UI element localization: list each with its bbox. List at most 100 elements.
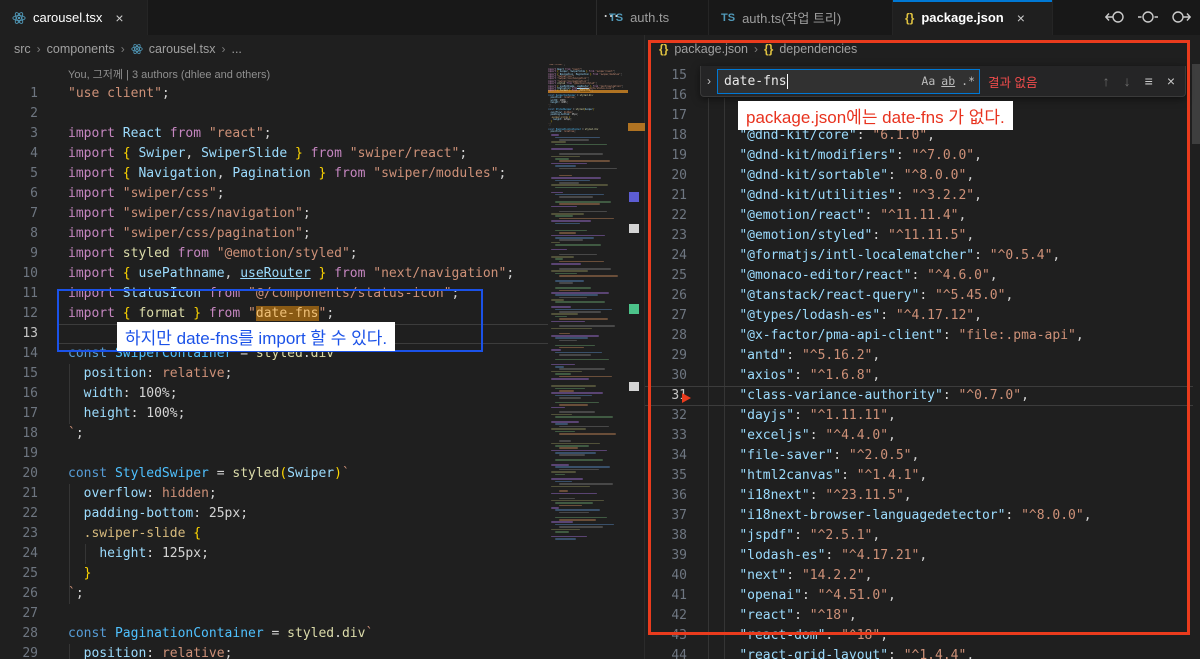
search-input[interactable]: date-fns Aa ab .*	[717, 69, 980, 94]
next-change-icon[interactable]	[1168, 5, 1192, 29]
ruler-mark-purple	[629, 192, 639, 202]
code-line[interactable]: 31 "class-variance-authority": "^0.7.0",	[645, 386, 1200, 406]
minimap-bar	[551, 500, 604, 502]
minimap-bar	[551, 177, 601, 179]
toggle-replace-icon[interactable]: ›	[701, 66, 717, 96]
code-token	[708, 168, 739, 183]
line-number: 43	[645, 626, 697, 646]
code-token: }	[287, 146, 303, 161]
overview-ruler[interactable]	[628, 64, 645, 659]
code-token: Swiper	[287, 466, 334, 481]
code-token: ,	[919, 468, 927, 483]
code-token: :	[974, 248, 990, 263]
search-query: date-fns	[724, 74, 787, 89]
minimap-bar	[559, 175, 572, 177]
code-token: ,	[217, 166, 233, 181]
code-line[interactable]: 40 "next": "14.2.2",	[645, 566, 1200, 586]
code-token: "@formatjs/intl-localematcher"	[739, 248, 974, 263]
code-line[interactable]: 43 "react-dom": "^18",	[645, 626, 1200, 646]
code-line[interactable]: 41 "openai": "^4.51.0",	[645, 586, 1200, 606]
code-line[interactable]: 20 "@dnd-kit/sortable": "^8.0.0",	[645, 166, 1200, 186]
breadcrumb-item-file[interactable]: carousel.tsx	[149, 42, 216, 56]
tab-package-json[interactable]: {} package.json ×	[893, 0, 1053, 35]
line-text: import { format } from "date-fns";	[44, 304, 334, 324]
breadcrumb-item-symbol[interactable]: ...	[231, 42, 241, 56]
minimap-bar	[555, 215, 573, 217]
code-line[interactable]: 19 "@dnd-kit/modifiers": "^7.0.0",	[645, 146, 1200, 166]
code-token: from	[326, 166, 373, 181]
previous-match-icon[interactable]: ↑	[1103, 73, 1110, 89]
code-token: useRouter	[240, 266, 310, 281]
close-icon[interactable]: ×	[1017, 10, 1025, 26]
code-line[interactable]: 32 "dayjs": "^1.11.11",	[645, 406, 1200, 426]
breadcrumb-item-file[interactable]: package.json	[674, 42, 748, 56]
breadcrumb-item-symbol[interactable]: dependencies	[779, 42, 857, 56]
line-text: const StyledSwiper = styled(Swiper)`	[44, 464, 350, 484]
code-token: :	[146, 646, 162, 659]
code-line[interactable]: 36 "i18next": "^23.11.5",	[645, 486, 1200, 506]
line-text: "@emotion/styled": "^11.11.5",	[697, 226, 974, 246]
minimap-bar	[555, 359, 609, 361]
line-number: 21	[0, 484, 44, 504]
code-line[interactable]: 22 "@emotion/react": "^11.11.4",	[645, 206, 1200, 226]
code-line[interactable]: 38 "jspdf": "^2.5.1",	[645, 526, 1200, 546]
code-line[interactable]: 28 "@x-factor/pma-api-client": "file:.pm…	[645, 326, 1200, 346]
previous-change-icon[interactable]	[1104, 5, 1128, 29]
tab-auth-ts-working-tree[interactable]: TS auth.ts(작업 트리)	[709, 0, 893, 35]
line-number: 15	[645, 66, 697, 86]
code-token: {	[123, 266, 139, 281]
minimap-bar	[551, 220, 591, 222]
code-token: "	[248, 306, 256, 321]
find-in-selection-icon[interactable]: ≡	[1145, 73, 1153, 89]
minimap-bar	[551, 349, 561, 351]
whole-word-icon[interactable]: ab	[941, 74, 955, 88]
code-line[interactable]: 34 "file-saver": "^2.0.5",	[645, 446, 1200, 466]
code-token: ,	[966, 228, 974, 243]
code-token: }	[185, 306, 201, 321]
breadcrumb-item-src[interactable]: src	[14, 42, 31, 56]
code-token: :	[146, 366, 162, 381]
minimap-bar	[551, 206, 577, 208]
code-token: "@dnd-kit/sortable"	[739, 168, 888, 183]
code-line[interactable]: 23 "@emotion/styled": "^11.11.5",	[645, 226, 1200, 246]
code-line[interactable]: 29 "antd": "^5.16.2",	[645, 346, 1200, 366]
code-token: :	[146, 486, 162, 501]
regex-icon[interactable]: .*	[961, 74, 975, 88]
code-token: ;	[459, 146, 467, 161]
close-find-icon[interactable]: ×	[1167, 73, 1175, 89]
code-line[interactable]: 37 "i18next-browser-languagedetector": "…	[645, 506, 1200, 526]
current-change-icon[interactable]	[1136, 5, 1160, 29]
minimap-bar	[559, 261, 604, 263]
code-line[interactable]: 21 "@dnd-kit/utilities": "^3.2.2",	[645, 186, 1200, 206]
match-case-icon[interactable]: Aa	[921, 74, 935, 88]
code-token	[68, 366, 84, 381]
code-line[interactable]: 35 "html2canvas": "^1.4.1",	[645, 466, 1200, 486]
code-line[interactable]: 39 "lodash-es": "^4.17.21",	[645, 546, 1200, 566]
code-token	[708, 308, 739, 323]
code-token: :	[193, 506, 209, 521]
code-token: "next/navigation"	[373, 266, 506, 281]
code-token: }	[311, 166, 327, 181]
line-text: "@x-factor/pma-api-client": "file:.pma-a…	[697, 326, 1084, 346]
close-icon[interactable]: ×	[115, 10, 123, 26]
code-line[interactable]: 25 "@monaco-editor/react": "^4.6.0",	[645, 266, 1200, 286]
code-line[interactable]: 27 "@types/lodash-es": "^4.17.12",	[645, 306, 1200, 326]
breadcrumb-item-components[interactable]: components	[47, 42, 115, 56]
line-number: 1	[0, 84, 44, 104]
code-line[interactable]: 26 "@tanstack/react-query": "^5.45.0",	[645, 286, 1200, 306]
code-line[interactable]: 44 "react-grid-layout": "^1.4.4",	[645, 646, 1200, 659]
more-actions-icon[interactable]: ⋯	[603, 6, 621, 26]
code-line[interactable]: 30 "axios": "^1.6.8",	[645, 366, 1200, 386]
codelens-authors[interactable]: You, 그저께 | 3 authors (dhlee and others)	[68, 66, 270, 82]
code-token: "dayjs"	[739, 408, 794, 423]
code-token: "swiper/modules"	[373, 166, 498, 181]
next-match-icon[interactable]: ↓	[1124, 73, 1131, 89]
code-line[interactable]: 42 "react": "^18",	[645, 606, 1200, 626]
tab-carousel-tsx[interactable]: carousel.tsx ×	[0, 0, 148, 35]
code-token: "file:.pma-api"	[958, 328, 1075, 343]
code-line[interactable]: 24 "@formatjs/intl-localematcher": "^0.5…	[645, 246, 1200, 266]
code-line[interactable]: 33 "exceljs": "^4.4.0",	[645, 426, 1200, 446]
code-token: ,	[888, 588, 896, 603]
scrollbar-thumb[interactable]	[1192, 64, 1200, 144]
minimap[interactable]: "use client";import React from "react";i…	[548, 64, 628, 659]
